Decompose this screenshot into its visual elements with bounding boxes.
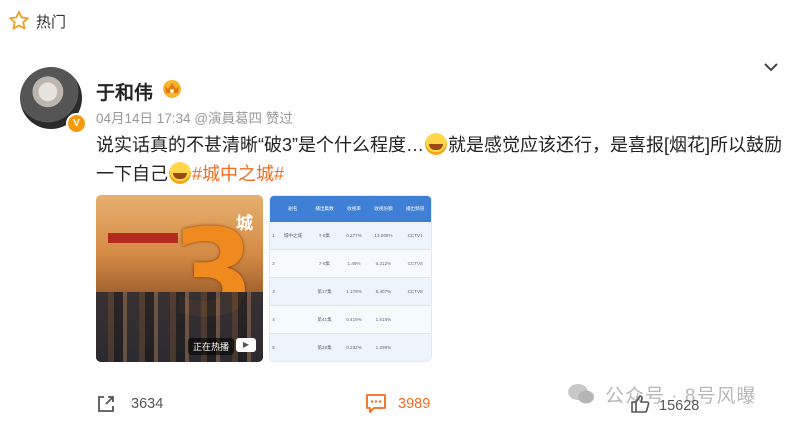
star-icon [9, 10, 29, 30]
table-cell [399, 305, 431, 334]
table-header-cell: 播出频道 [399, 196, 431, 222]
post-text: 说实话真的不甚清晰“破3”是个什么程度… 就是感觉应该还行，是喜报[烟花]所以鼓励… [96, 131, 786, 189]
post-meta: 04月14日 17:34 @演員葛四 赞过 [96, 111, 293, 126]
post-text-part1: 说实话真的不甚清晰“破3”是个什么程度… [96, 135, 424, 155]
laugh-cry-emoji-icon [425, 133, 447, 155]
table-header-cell: 收视率 [340, 196, 368, 222]
table-cell: 1.178% [340, 277, 368, 306]
share-icon[interactable] [96, 394, 116, 414]
blush-emoji-icon [169, 162, 191, 184]
table-cell [277, 305, 309, 334]
ratings-table: 剧名 播出集数 收视率 收视份额 播出频道 1 城中之城 7-8集 0.277%… [270, 196, 431, 361]
table-cell: 城中之城 [277, 222, 309, 250]
table-cell: 第41集 [308, 305, 341, 334]
table-row: 4 第41集 0.419% 1.618% [270, 305, 431, 334]
table-row: 2 7-8集 1.48% 6.312% CCTV8 [270, 249, 431, 278]
comment-count[interactable]: 3989 [398, 396, 430, 412]
table-cell: CCTV1 [399, 222, 431, 250]
table-row: 1 城中之城 7-8集 0.277% 13.068% CCTV1 [270, 222, 431, 250]
table-cell: 1.618% [367, 305, 400, 334]
table-cell: 0.277% [340, 222, 368, 250]
table-cell: 5 [270, 333, 278, 361]
table-cell: 6.312% [367, 249, 400, 278]
poster-sticker: 正在热播 [188, 338, 235, 355]
table-header-cell: 收视份额 [367, 196, 400, 222]
table-cell: CCTV8 [399, 277, 431, 306]
table-cell: 第28集 [308, 333, 341, 361]
table-cell: 0.419% [340, 305, 368, 334]
thumbs-up-icon[interactable] [630, 394, 650, 414]
table-cell: 1.48% [340, 249, 368, 278]
poster-image[interactable]: 3 城 正在热播 ▶ [96, 195, 263, 362]
poster-banner [108, 233, 178, 243]
crown-badge-icon[interactable] [160, 77, 184, 99]
table-row: 3 第17集 1.178% 5.407% CCTV8 [270, 277, 431, 306]
comment-icon[interactable] [365, 393, 387, 414]
chevron-down-icon[interactable] [762, 58, 780, 76]
table-cell: 5.407% [367, 277, 400, 306]
table-cell: 3 [270, 277, 278, 306]
table-header-cell: 剧名 [277, 196, 309, 222]
table-row: 5 第28集 0.332% 1.298% [270, 333, 431, 361]
table-cell: 4 [270, 305, 278, 334]
table-cell [277, 333, 309, 361]
table-header-row: 剧名 播出集数 收视率 收视份额 播出频道 [270, 196, 431, 222]
author-name[interactable]: 于和伟 [96, 78, 153, 105]
table-cell: 第17集 [308, 277, 341, 306]
hashtag-link[interactable]: #城中之城# [192, 164, 284, 184]
play-icon: ▶ [236, 338, 256, 352]
poster-city-char: 城 [236, 214, 253, 233]
hot-section-label: 热门 [36, 14, 67, 31]
table-header-cell: 播出集数 [308, 196, 341, 222]
verified-badge-icon: V [66, 113, 87, 134]
table-header-cell [270, 196, 278, 222]
like-count[interactable]: 15628 [659, 398, 699, 414]
table-cell: 7-8集 [308, 222, 341, 250]
ratings-table-image[interactable]: 剧名 播出集数 收视率 收视份额 播出频道 1 城中之城 7-8集 0.277%… [269, 195, 432, 362]
table-cell: 1.298% [367, 333, 400, 361]
table-cell: 13.068% [367, 222, 400, 250]
table-cell: 2 [270, 249, 278, 278]
table-cell: 0.332% [340, 333, 368, 361]
table-cell [277, 249, 309, 278]
table-cell [277, 277, 309, 306]
wechat-watermark-icon [568, 384, 594, 404]
table-cell: CCTV8 [399, 249, 431, 278]
table-cell [399, 333, 431, 361]
table-cell: 7-8集 [308, 249, 341, 278]
share-count[interactable]: 3634 [131, 396, 163, 412]
table-cell: 1 [270, 222, 278, 250]
